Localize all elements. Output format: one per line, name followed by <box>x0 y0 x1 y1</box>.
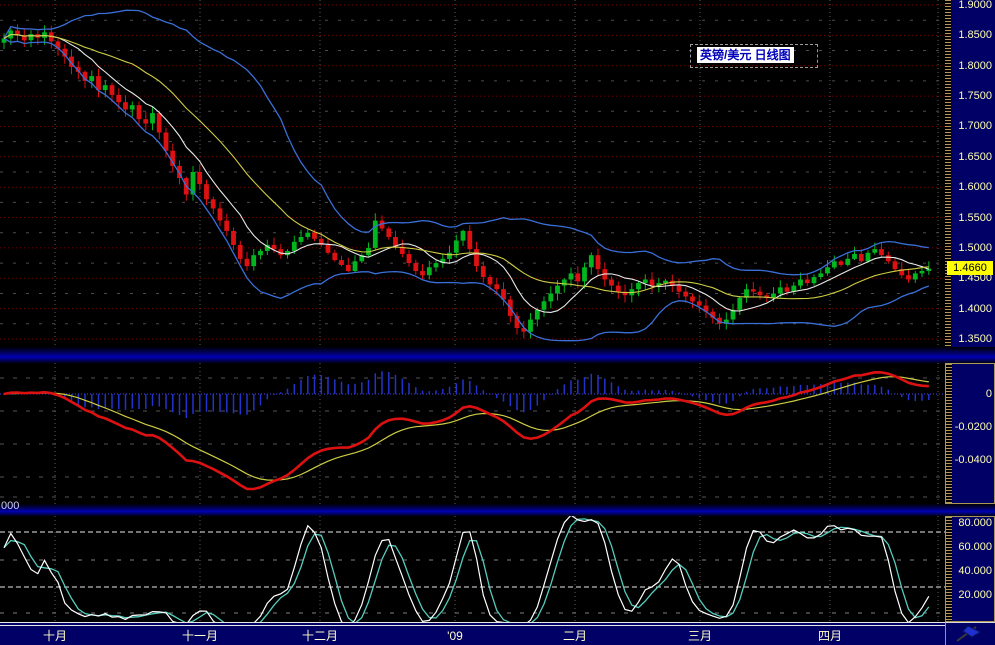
price-tick-label: 1.3500 <box>952 332 992 346</box>
price-tick-label: 1.5500 <box>952 211 992 225</box>
price-tick-label: 1.7500 <box>952 89 992 103</box>
macd-tick-label: 0 <box>952 387 992 401</box>
price-tick-label: 1.5000 <box>952 241 992 255</box>
macd-tick-label: -0.0200 <box>952 420 992 434</box>
x-axis-label: 二月 <box>563 629 587 644</box>
osc-tick-label: 40.000 <box>952 564 992 578</box>
price-tick-label: 1.6500 <box>952 150 992 164</box>
current-price-tag: 1.4660 <box>947 261 993 275</box>
price-tick-label: 1.8500 <box>952 28 992 42</box>
clipped-indicator-label: 000 <box>1 499 19 513</box>
flag-icon[interactable] <box>946 623 994 644</box>
price-axis[interactable] <box>945 0 995 347</box>
osc-tick-label: 60.000 <box>952 540 992 554</box>
x-axis-label: 十二月 <box>302 629 338 644</box>
price-tick-label: 1.8000 <box>952 59 992 73</box>
stochastic-panel[interactable] <box>0 516 945 622</box>
x-axis-label: 十一月 <box>182 629 218 644</box>
price-tick-label: 1.6000 <box>952 180 992 194</box>
trading-chart-window: 000 1.4660 英镑/美元 日线图 1.9000 1.8500 1.8000 1… <box>0 0 995 645</box>
price-tick-label: 1.4000 <box>952 302 992 316</box>
macd-tick-label: -0.0400 <box>952 453 992 467</box>
corner-flag-box[interactable] <box>945 622 995 645</box>
price-tick-label: 1.9000 <box>952 0 992 12</box>
panel-splitter-2[interactable] <box>0 504 995 516</box>
price-axis-ruler <box>945 0 951 347</box>
x-axis-label: '09 <box>447 629 463 644</box>
x-axis-label: 四月 <box>818 629 842 644</box>
price-tick-label: 1.7000 <box>952 119 992 133</box>
time-axis[interactable] <box>0 626 995 645</box>
macd-panel[interactable] <box>0 363 945 504</box>
instrument-label[interactable]: 英镑/美元 日线图 <box>697 47 794 63</box>
panel-splitter-1[interactable] <box>0 347 995 363</box>
x-axis-label: 十月 <box>43 629 67 644</box>
osc-tick-label: 80.000 <box>952 516 992 530</box>
osc-tick-label: 20.000 <box>952 588 992 602</box>
x-axis-label: 三月 <box>688 629 712 644</box>
